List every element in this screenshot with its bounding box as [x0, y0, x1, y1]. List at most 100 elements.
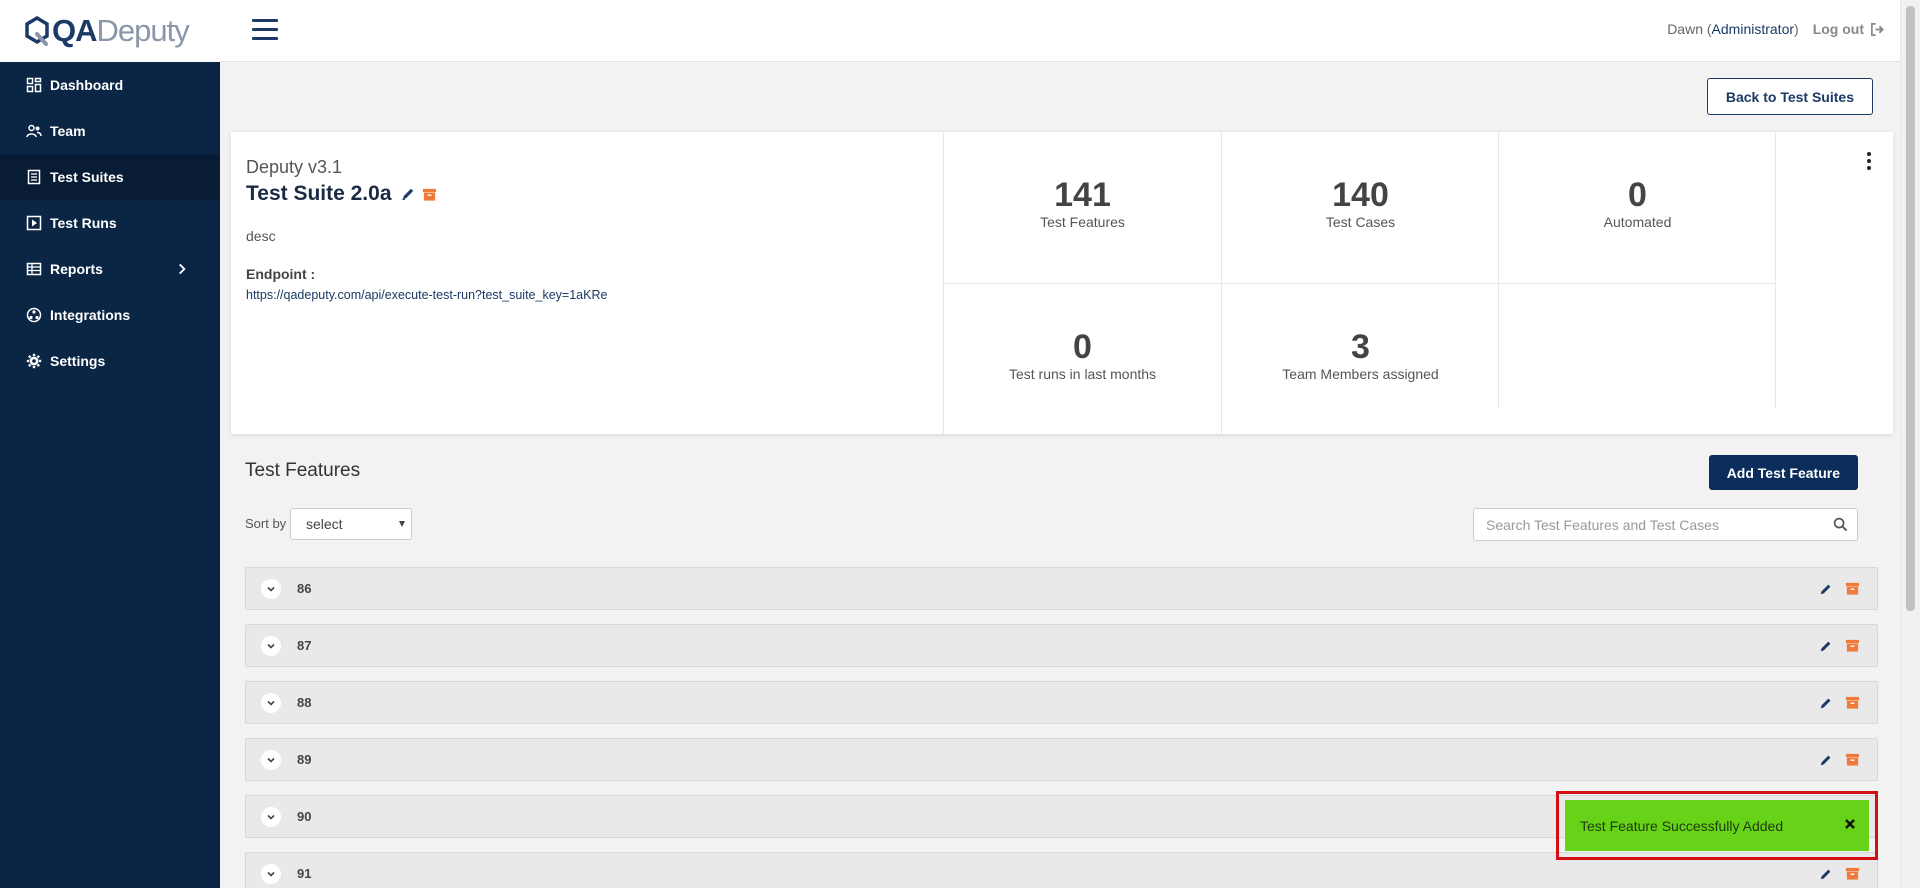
endpoint-url[interactable]: https://qadeputy.com/api/execute-test-ru… [246, 288, 926, 302]
stat-empty-cell [1498, 283, 1776, 408]
stat-label: Test Features [1040, 214, 1125, 230]
user-role: Administrator [1711, 21, 1795, 37]
logo-text-qa: QA [52, 13, 97, 48]
archive-icon[interactable] [1845, 866, 1860, 881]
feature-row-label: 90 [297, 809, 312, 824]
stat-automated: 0 Automated [1498, 132, 1776, 283]
logo-text-deputy: Deputy [96, 13, 190, 48]
pencil-icon[interactable] [1818, 639, 1833, 654]
stat-label: Test Cases [1325, 214, 1396, 230]
test-suites-icon [27, 169, 41, 185]
logo[interactable]: QADeputy [0, 0, 220, 62]
suite-title: Test Suite 2.0a [246, 182, 392, 205]
stat-test-features: 141 Test Features [943, 132, 1221, 283]
archive-icon[interactable] [1845, 638, 1860, 653]
sort-by-label: Sort by [245, 516, 287, 531]
pencil-icon[interactable] [1818, 696, 1833, 711]
sidebar-nav: Dashboard Team Test Suites Test Runs Rep… [0, 62, 220, 384]
integrations-icon [26, 307, 42, 323]
chevron-down-icon[interactable] [261, 636, 281, 656]
user-name: Dawn [1667, 21, 1703, 37]
feature-row[interactable]: 87 [245, 624, 1878, 667]
hamburger-menu-icon[interactable] [252, 19, 278, 41]
stat-value: 141 [1054, 176, 1111, 214]
stat-value: 0 [1628, 176, 1647, 214]
stat-value: 3 [1351, 328, 1370, 366]
sidebar-item-label: Reports [50, 261, 103, 277]
test-suite-card: Deputy v3.1 Test Suite 2.0a desc Endpoin… [231, 132, 1893, 434]
archive-icon[interactable] [1845, 581, 1860, 596]
logo-text: QADeputy [52, 13, 190, 49]
stat-value: 0 [1073, 328, 1092, 366]
test-features-heading: Test Features [245, 460, 361, 481]
sidebar-item-test-runs[interactable]: Test Runs [0, 200, 220, 246]
feature-row[interactable]: 89 [245, 738, 1878, 781]
sidebar-item-label: Settings [50, 353, 106, 369]
pencil-icon[interactable] [400, 186, 416, 202]
pencil-icon[interactable] [1818, 582, 1833, 597]
sort-select[interactable]: select [290, 508, 412, 540]
chevron-down-icon[interactable] [261, 807, 281, 827]
logo-icon [25, 16, 49, 46]
chevron-down-icon[interactable] [261, 693, 281, 713]
caret-down-icon [399, 521, 405, 527]
stats-divider [1775, 132, 1776, 408]
back-to-test-suites-button[interactable]: Back to Test Suites [1706, 78, 1873, 115]
suite-info: Deputy v3.1 Test Suite 2.0a desc Endpoin… [246, 157, 926, 302]
top-header: Dawn (Administrator) Log out [220, 0, 1900, 62]
stat-test-cases: 140 Test Cases [1221, 132, 1499, 283]
sidebar-item-label: Test Runs [50, 215, 117, 231]
search-input[interactable] [1474, 509, 1814, 540]
stat-label: Test runs in last months [1008, 366, 1157, 382]
feature-row-label: 91 [297, 866, 312, 881]
archive-icon[interactable] [1845, 752, 1860, 767]
sidebar-item-test-suites[interactable]: Test Suites [0, 154, 220, 200]
feature-row-label: 86 [297, 581, 312, 596]
sidebar-item-reports[interactable]: Reports [0, 246, 220, 292]
user-role-close-paren: ) [1794, 21, 1799, 37]
pencil-icon[interactable] [1818, 753, 1833, 768]
close-icon[interactable] [1843, 817, 1857, 831]
chevron-down-icon[interactable] [261, 864, 281, 884]
sidebar-item-dashboard[interactable]: Dashboard [0, 62, 220, 108]
logout-icon [1871, 22, 1884, 36]
project-name: Deputy v3.1 [246, 157, 343, 177]
logout-link[interactable]: Log out [1813, 21, 1885, 37]
archive-icon[interactable] [1845, 695, 1860, 710]
kebab-menu-icon[interactable] [1867, 152, 1873, 172]
sidebar-item-label: Team [50, 123, 86, 139]
sidebar-item-settings[interactable]: Settings [0, 338, 220, 384]
main-content: Back to Test Suites Deputy v3.1 Test Sui… [220, 62, 1900, 888]
feature-row[interactable]: 86 [245, 567, 1878, 610]
sidebar-item-team[interactable]: Team [0, 108, 220, 154]
toast-message: Test Feature Successfully Added [1580, 817, 1784, 834]
user-role-open-paren: ( [1702, 21, 1712, 37]
search-icon[interactable] [1833, 517, 1848, 532]
sidebar-item-label: Integrations [50, 307, 131, 323]
archive-icon[interactable] [422, 187, 437, 202]
feature-row-label: 89 [297, 752, 312, 767]
stat-test-runs-last-months: 0 Test runs in last months [943, 283, 1221, 434]
feature-row-label: 88 [297, 695, 312, 710]
stat-team-members-assigned: 3 Team Members assigned [1221, 283, 1499, 434]
vertical-scrollbar[interactable] [1900, 0, 1920, 888]
feature-row[interactable]: 88 [245, 681, 1878, 724]
user-info: Dawn (Administrator) Log out [1667, 21, 1885, 37]
team-icon [26, 124, 42, 138]
chevron-right-icon [179, 263, 186, 275]
sidebar-item-integrations[interactable]: Integrations [0, 292, 220, 338]
sidebar-item-label: Test Suites [50, 169, 124, 185]
suite-title-row: Test Suite 2.0a [246, 182, 926, 206]
pencil-icon[interactable] [1818, 867, 1833, 882]
table-icon [26, 262, 42, 276]
suite-description: desc [246, 228, 276, 244]
chevron-down-icon[interactable] [261, 579, 281, 599]
chevron-down-icon[interactable] [261, 750, 281, 770]
add-test-feature-button[interactable]: Add Test Feature [1708, 455, 1858, 490]
sidebar-item-label: Dashboard [50, 77, 124, 93]
feature-row-label: 87 [297, 638, 312, 653]
stat-label: Team Members assigned [1282, 366, 1439, 382]
toast-highlight: Test Feature Successfully Added [1556, 791, 1878, 860]
scrollbar-thumb[interactable] [1906, 6, 1915, 611]
search-box [1473, 508, 1858, 541]
